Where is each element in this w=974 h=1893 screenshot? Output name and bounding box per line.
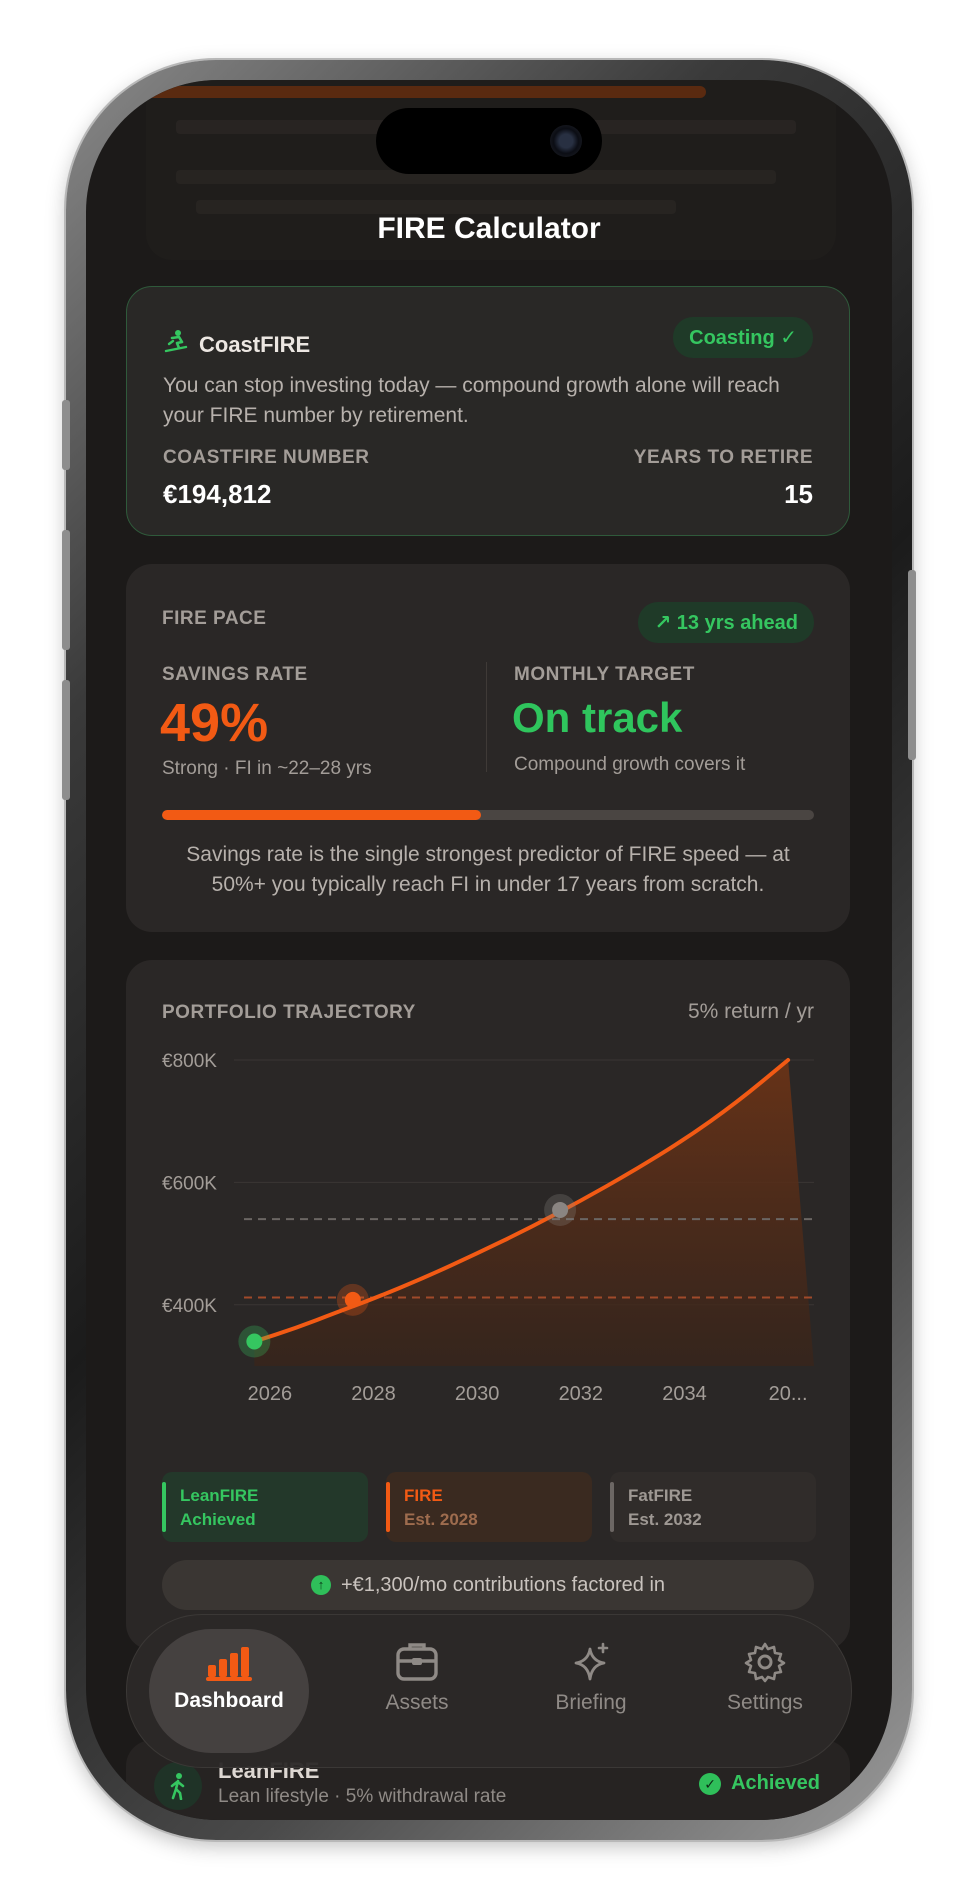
divider [486, 662, 487, 772]
data-marker [246, 1333, 263, 1350]
page-title: FIRE Calculator [377, 212, 601, 245]
x-tick-label: 20... [769, 1383, 808, 1405]
coastfire-number-label: COASTFIRE NUMBER [163, 447, 370, 468]
arrow-up-icon: ↑ [310, 1575, 331, 1595]
dynamic-island [376, 108, 602, 174]
gear-icon [744, 1642, 786, 1683]
savings-rate-label: SAVINGS RATE [162, 664, 308, 685]
years-to-retire-value: 15 [784, 479, 813, 509]
years-ahead-badge: ↗ 13 yrs ahead [638, 602, 814, 643]
x-tick-label: 2026 [248, 1383, 293, 1405]
data-marker [552, 1201, 569, 1218]
portfolio-chart[interactable]: €800K €600K €400K 2026 2028 2030 2032 2034 20... [126, 1040, 850, 1460]
leanfire-row-status: ✓ Achieved [699, 1772, 820, 1795]
tab-briefing-label: Briefing [555, 1691, 627, 1714]
tab-dashboard-label: Dashboard [174, 1689, 284, 1712]
action-button [62, 400, 70, 470]
coastfire-description: You can stop investing today — compound … [163, 374, 780, 427]
milestone-accent [386, 1482, 390, 1532]
tab-briefing[interactable]: Briefing [511, 1615, 671, 1767]
contributions-text: +€1,300/mo contributions factored in [340, 1573, 666, 1596]
trajectory-title: PORTFOLIO TRAJECTORY [162, 1002, 416, 1023]
monthly-target-value: On track [512, 694, 683, 741]
tab-bar: Dashboard Assets Briefing Settings [126, 1614, 852, 1768]
milestone-status: Est. 2028 [404, 1510, 478, 1529]
milestone-leanfire[interactable]: LeanFIRE Achieved [162, 1472, 368, 1542]
milestone-status: Achieved [180, 1510, 256, 1529]
milestone-fire[interactable]: FIRE Est. 2028 [386, 1472, 592, 1542]
check-circle-icon: ✓ [699, 1772, 722, 1795]
coastfire-number-value: €194,812 [163, 479, 272, 509]
monthly-target-label: MONTHLY TARGET [514, 664, 695, 685]
savings-rate-subtext: Strong · FI in ~22–28 yrs [162, 758, 372, 779]
y-tick-label: €400K [162, 1296, 217, 1317]
tab-assets[interactable]: Assets [337, 1615, 497, 1767]
milestone-name: FatFIRE [628, 1486, 693, 1505]
screen: FIRE Calculator CoastFIRE Coasting ✓ You… [86, 80, 892, 1820]
data-marker [344, 1291, 361, 1308]
coasting-badge: Coasting ✓ [673, 317, 813, 358]
fire-pace-card[interactable]: FIRE PACE ↗ 13 yrs ahead SAVINGS RATE 49… [126, 564, 850, 932]
savings-rate-note: Savings rate is the single strongest pre… [186, 843, 790, 896]
sparkles-icon [574, 1642, 609, 1681]
bar-chart-icon [206, 1647, 252, 1681]
x-tick-label: 2032 [559, 1383, 604, 1405]
scrolled-progress-bar [146, 86, 706, 98]
milestone-name: FIRE [404, 1486, 443, 1505]
tab-dashboard[interactable]: Dashboard [149, 1629, 309, 1753]
y-tick-label: €800K [162, 1051, 217, 1072]
x-tick-label: 2028 [351, 1383, 396, 1405]
snowboarder-icon [163, 329, 189, 360]
coastfire-title: CoastFIRE [199, 331, 311, 357]
milestone-fatfire[interactable]: FatFIRE Est. 2032 [610, 1472, 816, 1542]
coastfire-card[interactable]: CoastFIRE Coasting ✓ You can stop invest… [126, 286, 850, 536]
tab-assets-label: Assets [385, 1691, 449, 1714]
savings-rate-value: 49% [160, 693, 269, 753]
savings-rate-progress-fill [162, 810, 482, 820]
walking-person-icon [154, 1762, 202, 1810]
milestone-name: LeanFIRE [180, 1486, 259, 1505]
volume-up-button [62, 530, 70, 650]
return-rate-label: 5% return / yr [687, 1000, 814, 1023]
portfolio-trajectory-card[interactable]: PORTFOLIO TRAJECTORY 5% return / yr €800… [126, 960, 850, 1650]
milestone-accent [610, 1482, 614, 1532]
milestone-status: Est. 2032 [628, 1510, 702, 1529]
years-to-retire-label: YEARS TO RETIRE [633, 447, 813, 468]
x-tick-label: 2030 [455, 1383, 500, 1405]
monthly-target-subtext: Compound growth covers it [514, 754, 746, 775]
milestone-accent [162, 1482, 166, 1532]
briefcase-icon [396, 1643, 438, 1681]
volume-down-button [62, 680, 70, 800]
y-tick-label: €600K [162, 1173, 217, 1194]
leanfire-row-status-text: Achieved [731, 1772, 820, 1794]
x-tick-label: 2034 [662, 1383, 707, 1405]
camera-icon [550, 125, 582, 157]
power-button [908, 570, 916, 760]
savings-rate-progress-bar [162, 810, 814, 820]
contributions-banner: ↑ +€1,300/mo contributions factored in [162, 1560, 814, 1610]
tab-settings[interactable]: Settings [685, 1615, 845, 1767]
fire-pace-title: FIRE PACE [162, 608, 267, 629]
leanfire-row-description: Lean lifestyle · 5% withdrawal rate [218, 1786, 507, 1807]
tab-settings-label: Settings [727, 1691, 803, 1714]
